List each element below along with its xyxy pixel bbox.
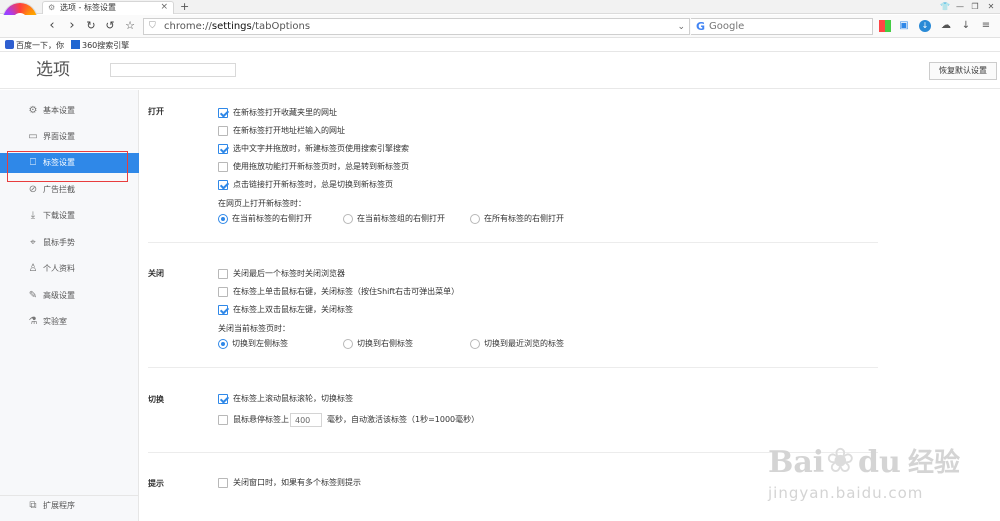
baidu-paw-icon — [5, 40, 14, 49]
download-manager-icon[interactable]: ↓ — [919, 20, 931, 32]
checkbox[interactable] — [218, 478, 228, 488]
tab-icon: ⎕ — [30, 157, 36, 168]
section-title-open: 打开 — [148, 107, 164, 116]
chevron-down-icon[interactable]: ⌄ — [677, 21, 685, 33]
settings-header: 选项 恢复默认设置 — [0, 53, 1000, 89]
sidebar-item-advanced[interactable]: ✎ 高级设置 — [0, 286, 139, 306]
close-window-icon[interactable]: ✕ — [984, 0, 998, 13]
checkbox[interactable] — [218, 180, 228, 190]
address-bar[interactable]: ⛉ chrome://settings/tabOptions ⌄ — [143, 18, 690, 35]
close-behavior-label: 关闭当前标签页时： — [218, 324, 290, 333]
skin-icon[interactable]: 👕 — [938, 0, 952, 13]
radio-button[interactable] — [218, 214, 228, 224]
sidebar-item-basic[interactable]: ⚙ 基本设置 — [0, 101, 139, 121]
radio-button[interactable] — [218, 339, 228, 349]
tab-title: 选项 - 标签设置 — [60, 3, 116, 12]
sidebar-item-adblock[interactable]: ⊘ 广告拦截 — [0, 180, 139, 200]
sidebar-item-download[interactable]: ⤓ 下载设置 — [0, 206, 139, 226]
settings-search-input[interactable] — [110, 63, 236, 77]
minimize-icon[interactable]: — — [953, 0, 967, 13]
bookmark-baidu[interactable]: 百度一下，你 — [5, 40, 64, 51]
star-icon[interactable]: ☆ — [123, 19, 137, 33]
radio-button[interactable] — [343, 214, 353, 224]
paw-icon: ❀ — [826, 441, 855, 481]
search-input[interactable] — [709, 20, 869, 33]
block-icon: ⊘ — [28, 184, 38, 195]
checkbox[interactable] — [218, 305, 228, 315]
flask-icon: ⚗ — [28, 316, 38, 327]
checkbox[interactable] — [218, 269, 228, 279]
sidebar-item-lab[interactable]: ⚗ 实验室 — [0, 312, 139, 332]
wrench-icon: ✎ — [28, 290, 38, 301]
mouse-icon: ⌖ — [30, 237, 36, 248]
baidu-jingyan-watermark: Bai ❀ du 经验 jingyan.baidu.com — [768, 444, 978, 516]
section-title-switch: 切换 — [148, 395, 164, 404]
address-url[interactable]: chrome://settings/tabOptions — [164, 21, 310, 33]
sidebar-item-gestures[interactable]: ⌖ 鼠标手势 — [0, 233, 139, 253]
section-divider — [148, 242, 878, 243]
watermark-jingyan: 经验 — [908, 448, 961, 478]
shield-icon: ⛉ — [149, 21, 156, 31]
open-position-label: 在网页上打开新标签时： — [218, 199, 306, 208]
checkbox[interactable] — [218, 162, 228, 172]
sidebar-item-interface[interactable]: ▭ 界面设置 — [0, 127, 139, 147]
watermark-bai: Bai — [768, 445, 825, 480]
radio-button[interactable] — [470, 339, 480, 349]
screenshot-icon[interactable]: ▣ — [898, 20, 910, 32]
bookmarks-bar: 百度一下，你 360搜索引擎 — [0, 39, 1000, 52]
watermark-url: jingyan.baidu.com — [768, 484, 924, 502]
checkbox[interactable] — [218, 144, 228, 154]
section-divider — [148, 367, 878, 368]
sidebar-item-extensions[interactable]: ⧉ 扩展程序 — [0, 495, 139, 515]
hover-delay-suffix: 毫秒，自动激活该标签（1秒=1000毫秒） — [327, 415, 480, 424]
tab-strip: ⚙ 选项 - 标签设置 × + 👕 — ❐ ✕ — [0, 0, 1000, 14]
navigation-bar: ‹ › ↻ ↺ ☆ ⛉ chrome://settings/tabOptions… — [0, 15, 1000, 38]
checkbox[interactable] — [218, 287, 228, 297]
checkbox[interactable] — [218, 126, 228, 136]
checkbox[interactable] — [218, 108, 228, 118]
back-icon[interactable]: ‹ — [45, 19, 59, 33]
section-title-close: 关闭 — [148, 269, 164, 278]
sidebar-item-tabs[interactable]: ⎕ 标签设置 — [0, 153, 139, 173]
window-icon: ▭ — [28, 131, 38, 142]
maximize-icon[interactable]: ❐ — [968, 0, 982, 13]
checkbox[interactable] — [218, 415, 228, 425]
search-box[interactable]: G — [691, 18, 873, 35]
cloud-icon[interactable]: ☁ — [940, 20, 952, 32]
360-search-icon — [71, 40, 80, 49]
google-icon: G — [696, 20, 706, 33]
radio-button[interactable] — [343, 339, 353, 349]
puzzle-icon: ⧉ — [29, 500, 37, 511]
checkbox[interactable] — [218, 394, 228, 404]
gear-icon: ⚙ — [28, 105, 38, 116]
browser-tab[interactable]: ⚙ 选项 - 标签设置 × — [42, 1, 174, 14]
settings-gear-icon: ⚙ — [48, 3, 56, 12]
bookmark-360[interactable]: 360搜索引擎 — [71, 40, 129, 51]
watermark-du: du — [858, 445, 901, 480]
hover-delay-input[interactable] — [290, 413, 322, 427]
reload-icon[interactable]: ↻ — [84, 19, 98, 33]
page-title: 选项 — [36, 60, 70, 80]
section-title-hint: 提示 — [148, 479, 164, 488]
download-icon[interactable]: ↓ — [960, 20, 972, 32]
restore-defaults-button[interactable]: 恢复默认设置 — [929, 62, 997, 80]
sidebar-item-profile[interactable]: ♙ 个人资料 — [0, 259, 139, 279]
undo-icon[interactable]: ↺ — [103, 19, 117, 33]
menu-icon[interactable]: ≡ — [980, 20, 992, 32]
new-tab-icon[interactable]: + — [180, 0, 189, 13]
forward-icon[interactable]: › — [65, 19, 79, 33]
sidebar: ⚙ 基本设置 ▭ 界面设置 ⎕ 标签设置 ⊘ 广告拦截 ⤓ 下载设置 ⌖ 鼠标手… — [0, 90, 139, 521]
apps-icon[interactable] — [879, 20, 891, 32]
download-icon: ⤓ — [30, 210, 36, 221]
user-icon: ♙ — [28, 263, 38, 274]
tab-close-icon[interactable]: × — [160, 2, 168, 13]
radio-button[interactable] — [470, 214, 480, 224]
